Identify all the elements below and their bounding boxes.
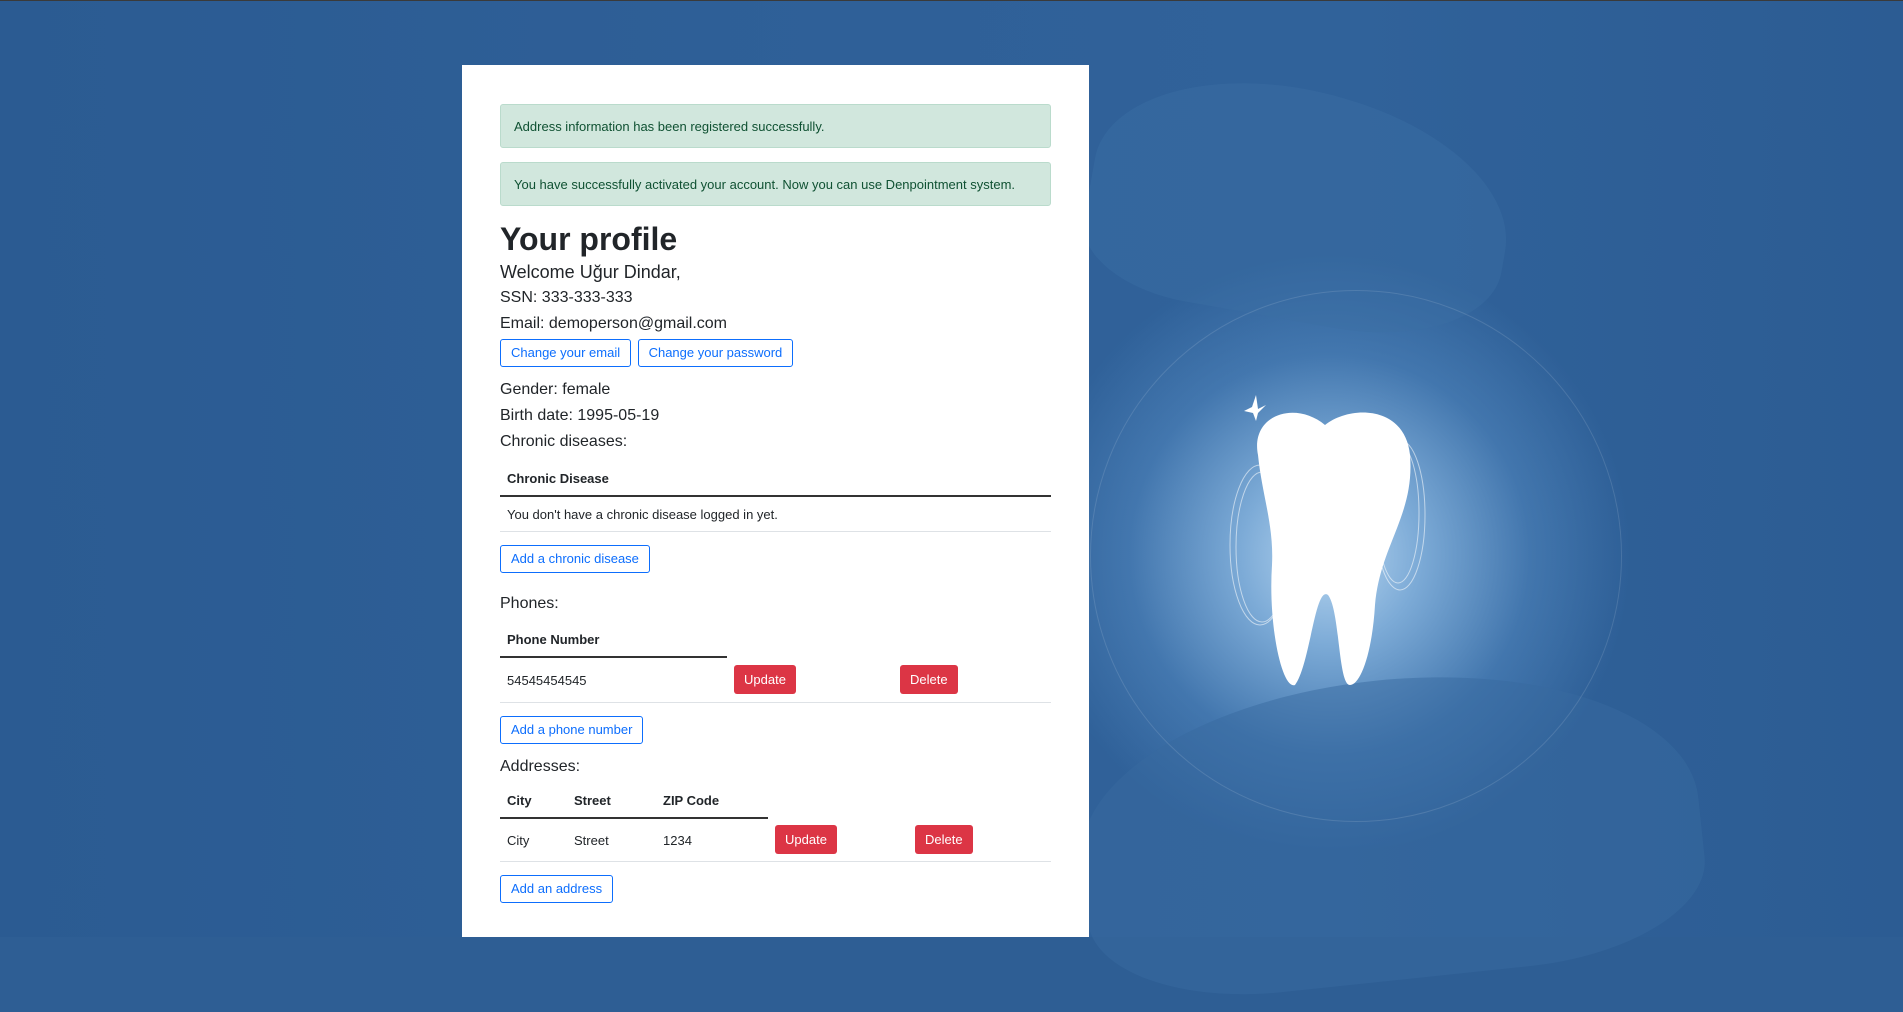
address-city-cell: City (507, 832, 530, 848)
change-email-button[interactable]: Change your email (500, 339, 632, 367)
update-phone-button[interactable]: Update (734, 665, 796, 694)
update-address-button[interactable]: Update (775, 825, 837, 854)
tooth-icon (1229, 395, 1426, 686)
add-address-button[interactable]: Add an address (500, 875, 614, 903)
chronic-disease-table: Chronic Disease You don't have a chronic… (500, 461, 1051, 532)
add-phone-number-button[interactable]: Add a phone number (500, 716, 644, 744)
top-border (0, 0, 1903, 1)
address-success-alert: Address information has been registered … (500, 104, 1051, 148)
street-column-header: Street (567, 783, 656, 819)
chronic-disease-column-header: Chronic Disease (500, 461, 1051, 497)
email-text: Email: demoperson@gmail.com (500, 315, 727, 332)
profile-card: Address information has been registered … (462, 65, 1089, 937)
delete-address-button[interactable]: Delete (915, 825, 973, 854)
address-row: City Street 1234 Update Delete (500, 818, 1051, 862)
change-password-button[interactable]: Change your password (637, 339, 794, 367)
city-column-header: City (500, 783, 567, 819)
chronic-disease-empty-message: You don't have a chronic disease logged … (507, 506, 778, 522)
gender-text: Gender: female (500, 381, 611, 398)
address-street-cell: Street (574, 832, 609, 848)
phone-row: 54545454545 Update Delete (500, 657, 1051, 703)
addresses-heading: Addresses: (500, 758, 581, 775)
page-title: Your profile (500, 221, 678, 257)
zip-column-header: ZIP Code (656, 783, 768, 819)
phone-number-cell: 54545454545 (507, 672, 587, 688)
phones-heading: Phones: (500, 595, 559, 612)
activation-success-alert: You have successfully activated your acc… (500, 162, 1051, 206)
delete-phone-button[interactable]: Delete (900, 665, 958, 694)
address-zip-cell: 1234 (663, 832, 692, 848)
chronic-diseases-heading: Chronic diseases: (500, 433, 628, 450)
add-chronic-disease-button[interactable]: Add a chronic disease (500, 545, 650, 573)
welcome-text: Welcome Uğur Dindar, (500, 262, 681, 282)
addresses-table: City Street ZIP Code City Street 1234 Up… (500, 783, 1051, 862)
phones-table: Phone Number 54545454545 Update Delete (500, 622, 1051, 703)
ssn-text: SSN: 333-333-333 (500, 289, 633, 306)
birth-date-text: Birth date: 1995-05-19 (500, 407, 660, 424)
phone-number-column-header: Phone Number (500, 622, 727, 658)
